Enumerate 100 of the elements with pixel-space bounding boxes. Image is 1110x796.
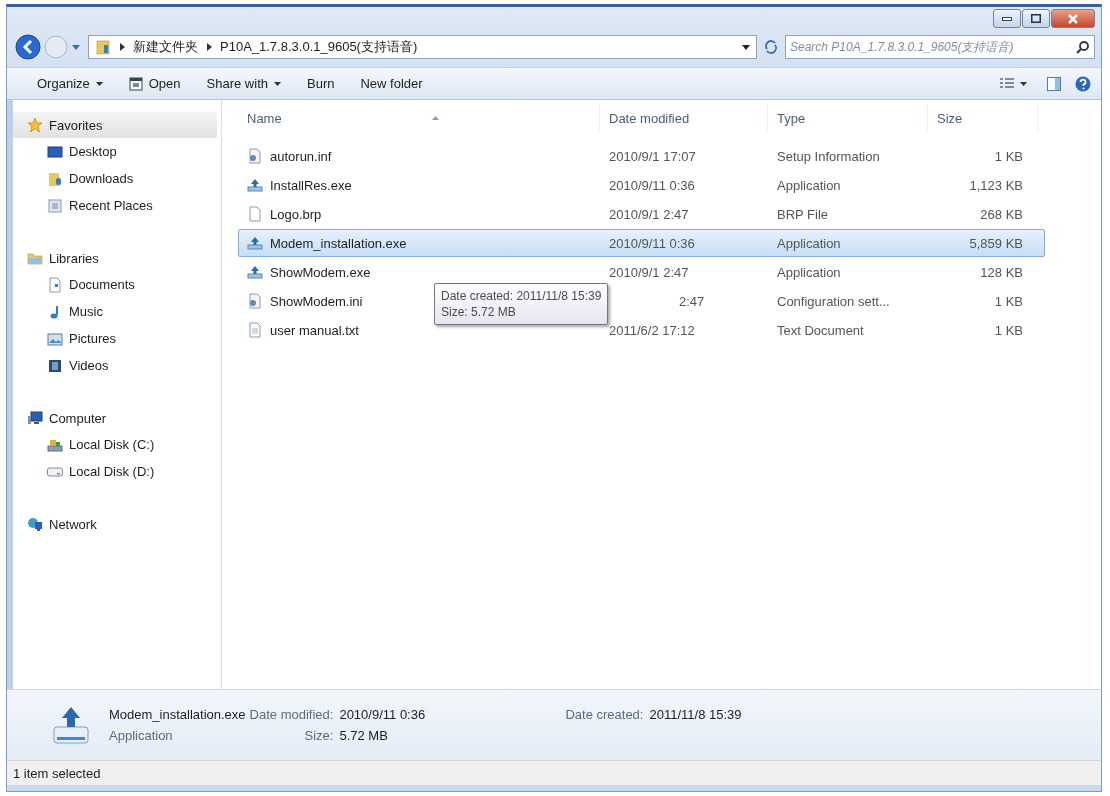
settings-file-icon [247,293,263,309]
installer-icon [247,264,263,280]
file-name: Modem_installation.exe [270,235,407,251]
table-cell-text: 1 KB [993,148,1024,164]
column-header[interactable]: Type [768,104,928,132]
film-icon [47,357,63,374]
sort-arrow-icon [432,116,439,120]
selected-file-row[interactable]: Modem_installation.exe 2010/9/11 0:36 Application 5,859 KB [238,229,1045,257]
toolbar-button[interactable]: Share with [200,73,287,94]
sidebar-item[interactable]: Videos [13,352,221,379]
settings-file-icon [247,148,263,164]
help-icon[interactable] [1075,75,1091,92]
close-button[interactable] [1051,9,1095,28]
installer-icon [247,235,263,251]
toolbar-button[interactable]: Organize [31,73,109,94]
search-field[interactable]: Search P10A_1.7.8.3.0.1_9605(支持语音) [785,35,1095,59]
preview-pane-icon[interactable] [1047,76,1061,91]
file-name: autorun.inf [270,148,332,164]
table-cell-text: Setup Information [776,148,881,164]
breadcrumb-arrow-icon [119,43,125,51]
table-cell-text: 268 KB [979,206,1024,222]
table-cell-text: 1 KB [993,322,1024,338]
table-cell-text: 1 KB [993,293,1024,309]
breadcrumb[interactable]: 新建文件夹 [133,38,198,56]
sidebar-item[interactable]: Desktop [13,138,221,165]
column-header[interactable]: Name [238,104,600,132]
minimize-icon [1002,16,1012,21]
property-label: Date created: [565,707,644,722]
maximize-button[interactable] [1022,9,1050,28]
sidebar-item[interactable]: Favorites [13,112,217,138]
sidebar-item[interactable]: Recent Places [13,192,221,219]
property-label: Size: [303,728,334,743]
sidebar-item[interactable]: Documents [13,271,221,298]
toolbar-button[interactable]: Open [122,73,187,94]
caret-icon [95,81,103,86]
file-name: Modem_installation.exe [109,707,246,722]
table-cell: 2010/9/1 2:47 [609,206,689,222]
sidebar-item[interactable]: Local Disk (C:) [13,431,221,458]
file-name: user manual.txt [270,322,359,338]
list-view-icon [1000,77,1014,90]
sidebar-item[interactable]: Computer [13,405,221,431]
tooltip-text: Date created: 2011/11/8 15:39 [441,288,602,304]
table-cell-text: 128 KB [979,264,1024,280]
table-cell: 2010/9/1 17:07 [609,148,696,164]
maximize-icon [1031,14,1041,23]
computer-icon [27,410,43,426]
file-name: Logo.brp [270,206,322,222]
status-text: 1 item selected [13,765,101,781]
back-button[interactable] [15,34,41,60]
picture-icon [47,330,63,347]
file-name: ShowModem.exe [270,264,371,280]
minimize-button[interactable] [993,9,1021,28]
table-cell: 2010/9/1 2:47 [609,264,689,280]
document-icon [47,276,63,293]
file-name: InstallRes.exe [270,177,352,193]
tooltip-text: Size: 5.72 MB [441,304,517,320]
table-cell: 2:47 [679,293,705,309]
sidebar-item[interactable]: Network [13,511,221,537]
desktop-icon [47,143,63,160]
installer-icon [247,177,263,193]
table-cell: 2010/9/11 0:36 [609,235,695,251]
text-file-icon [247,322,263,338]
sidebar-item[interactable]: Downloads [13,165,221,192]
caret-icon [1020,81,1027,86]
table-cell-text: Application [776,264,842,280]
network-globe-icon [27,516,43,532]
search-icon [1076,40,1090,54]
sidebar-item[interactable]: Pictures [13,325,221,352]
toolbar-button[interactable]: Burn [301,73,341,94]
property-label: Date modified: [249,707,334,722]
property-value: 2011/11/8 15:39 [649,707,742,722]
sidebar-item[interactable]: Libraries [13,245,221,271]
table-cell-text: Application [776,235,842,251]
table-cell-text: Application [776,177,842,193]
table-cell: 2010/9/11 0:36 [609,177,695,193]
table-cell-text: Text Document [776,322,865,338]
breadcrumb-arrow-icon [206,43,212,51]
table-cell-text: 1,123 KB [968,177,1024,193]
file-type: Application [109,728,174,743]
close-icon [1067,13,1079,24]
breadcrumb[interactable]: P10A_1.7.8.3.0.1_9605(支持语音) [220,38,418,56]
column-header[interactable]: Date modified [600,104,768,132]
table-cell-text: BRP File [776,206,830,222]
property-value: 5.72 MB [339,728,389,743]
table-cell: 2011/6/2 17:12 [609,322,695,338]
toolbar-button[interactable]: New folder [354,73,429,94]
file-name: ShowModem.ini [270,293,363,309]
sidebar-item[interactable]: Music [13,298,221,325]
sidebar-item[interactable]: Local Disk (D:) [13,458,221,485]
table-cell-text: Configuration sett... [776,293,891,309]
star-icon [27,117,43,133]
caret-icon [274,81,281,86]
dropdown-caret-icon[interactable] [742,44,750,50]
address-bar[interactable]: 新建文件夹 P10A_1.7.8.3.0.1_9605(支持语音) [88,35,757,59]
table-cell-text: 5,859 KB [968,235,1024,251]
window-icon [128,76,143,91]
column-header[interactable]: Size [928,104,1038,132]
blank-file-icon [247,206,263,222]
property-value: 2010/9/11 0:36 [339,707,427,722]
recent-pages-caret-icon[interactable] [71,43,81,51]
